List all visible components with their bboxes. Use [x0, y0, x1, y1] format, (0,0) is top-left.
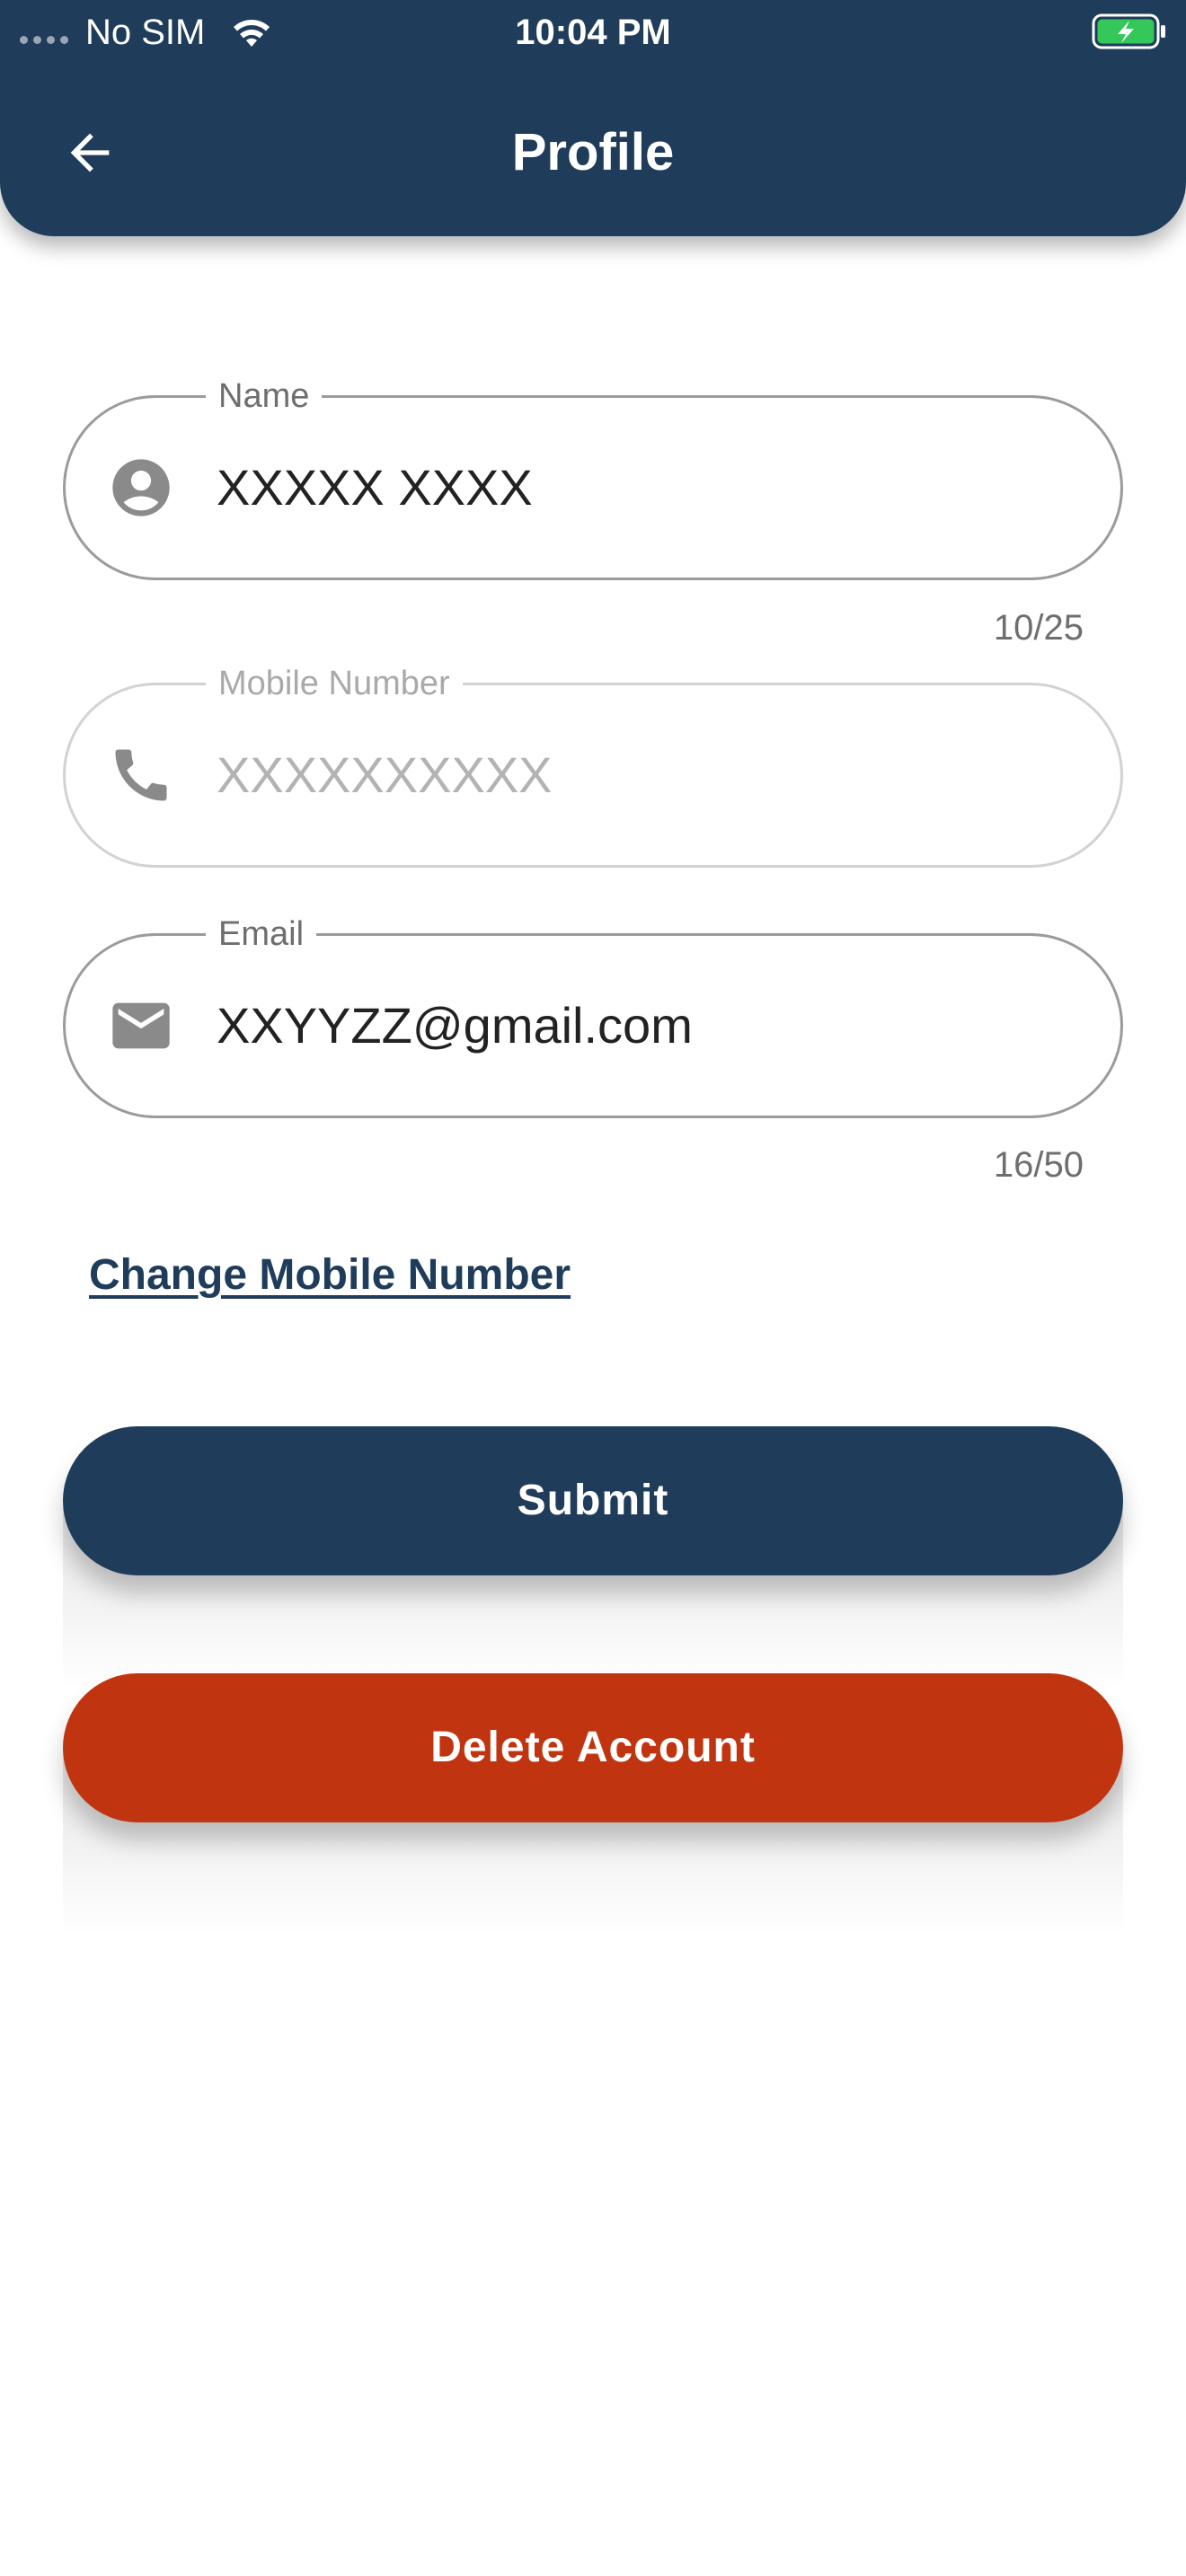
battery-charging-icon	[1092, 13, 1165, 49]
name-char-counter: 10/25	[993, 608, 1084, 648]
status-bar: No SIM 10:04 PM	[0, 0, 1186, 65]
app-header: No SIM 10:04 PM Profile	[0, 0, 1186, 236]
mail-icon	[112, 1002, 170, 1049]
email-char-counter: 16/50	[993, 1145, 1084, 1185]
status-time: 10:04 PM	[515, 13, 671, 52]
delete-account-button[interactable]: Delete Account	[63, 1673, 1123, 1822]
email-field-label: Email	[206, 909, 317, 959]
email-field[interactable]: Email XXYYZZ@gmail.com	[63, 909, 1123, 1118]
phone-icon	[115, 749, 167, 801]
account-circle-icon	[112, 459, 170, 516]
name-input[interactable]: XXXXX XXXX	[217, 456, 1067, 519]
mobile-number-input: XXXXXXXXXX	[217, 746, 553, 803]
name-field[interactable]: Name XXXXX XXXX	[63, 371, 1123, 580]
name-field-label: Name	[206, 371, 323, 421]
change-mobile-number-link[interactable]: Change Mobile Number	[89, 1248, 571, 1302]
page-title: Profile	[511, 123, 675, 181]
mobile-number-field-label: Mobile Number	[206, 658, 463, 709]
mobile-number-field: Mobile Number XXXXXXXXXX	[63, 658, 1123, 868]
submit-button[interactable]: Submit	[63, 1426, 1123, 1575]
email-input[interactable]: XXYYZZ@gmail.com	[217, 994, 1067, 1057]
